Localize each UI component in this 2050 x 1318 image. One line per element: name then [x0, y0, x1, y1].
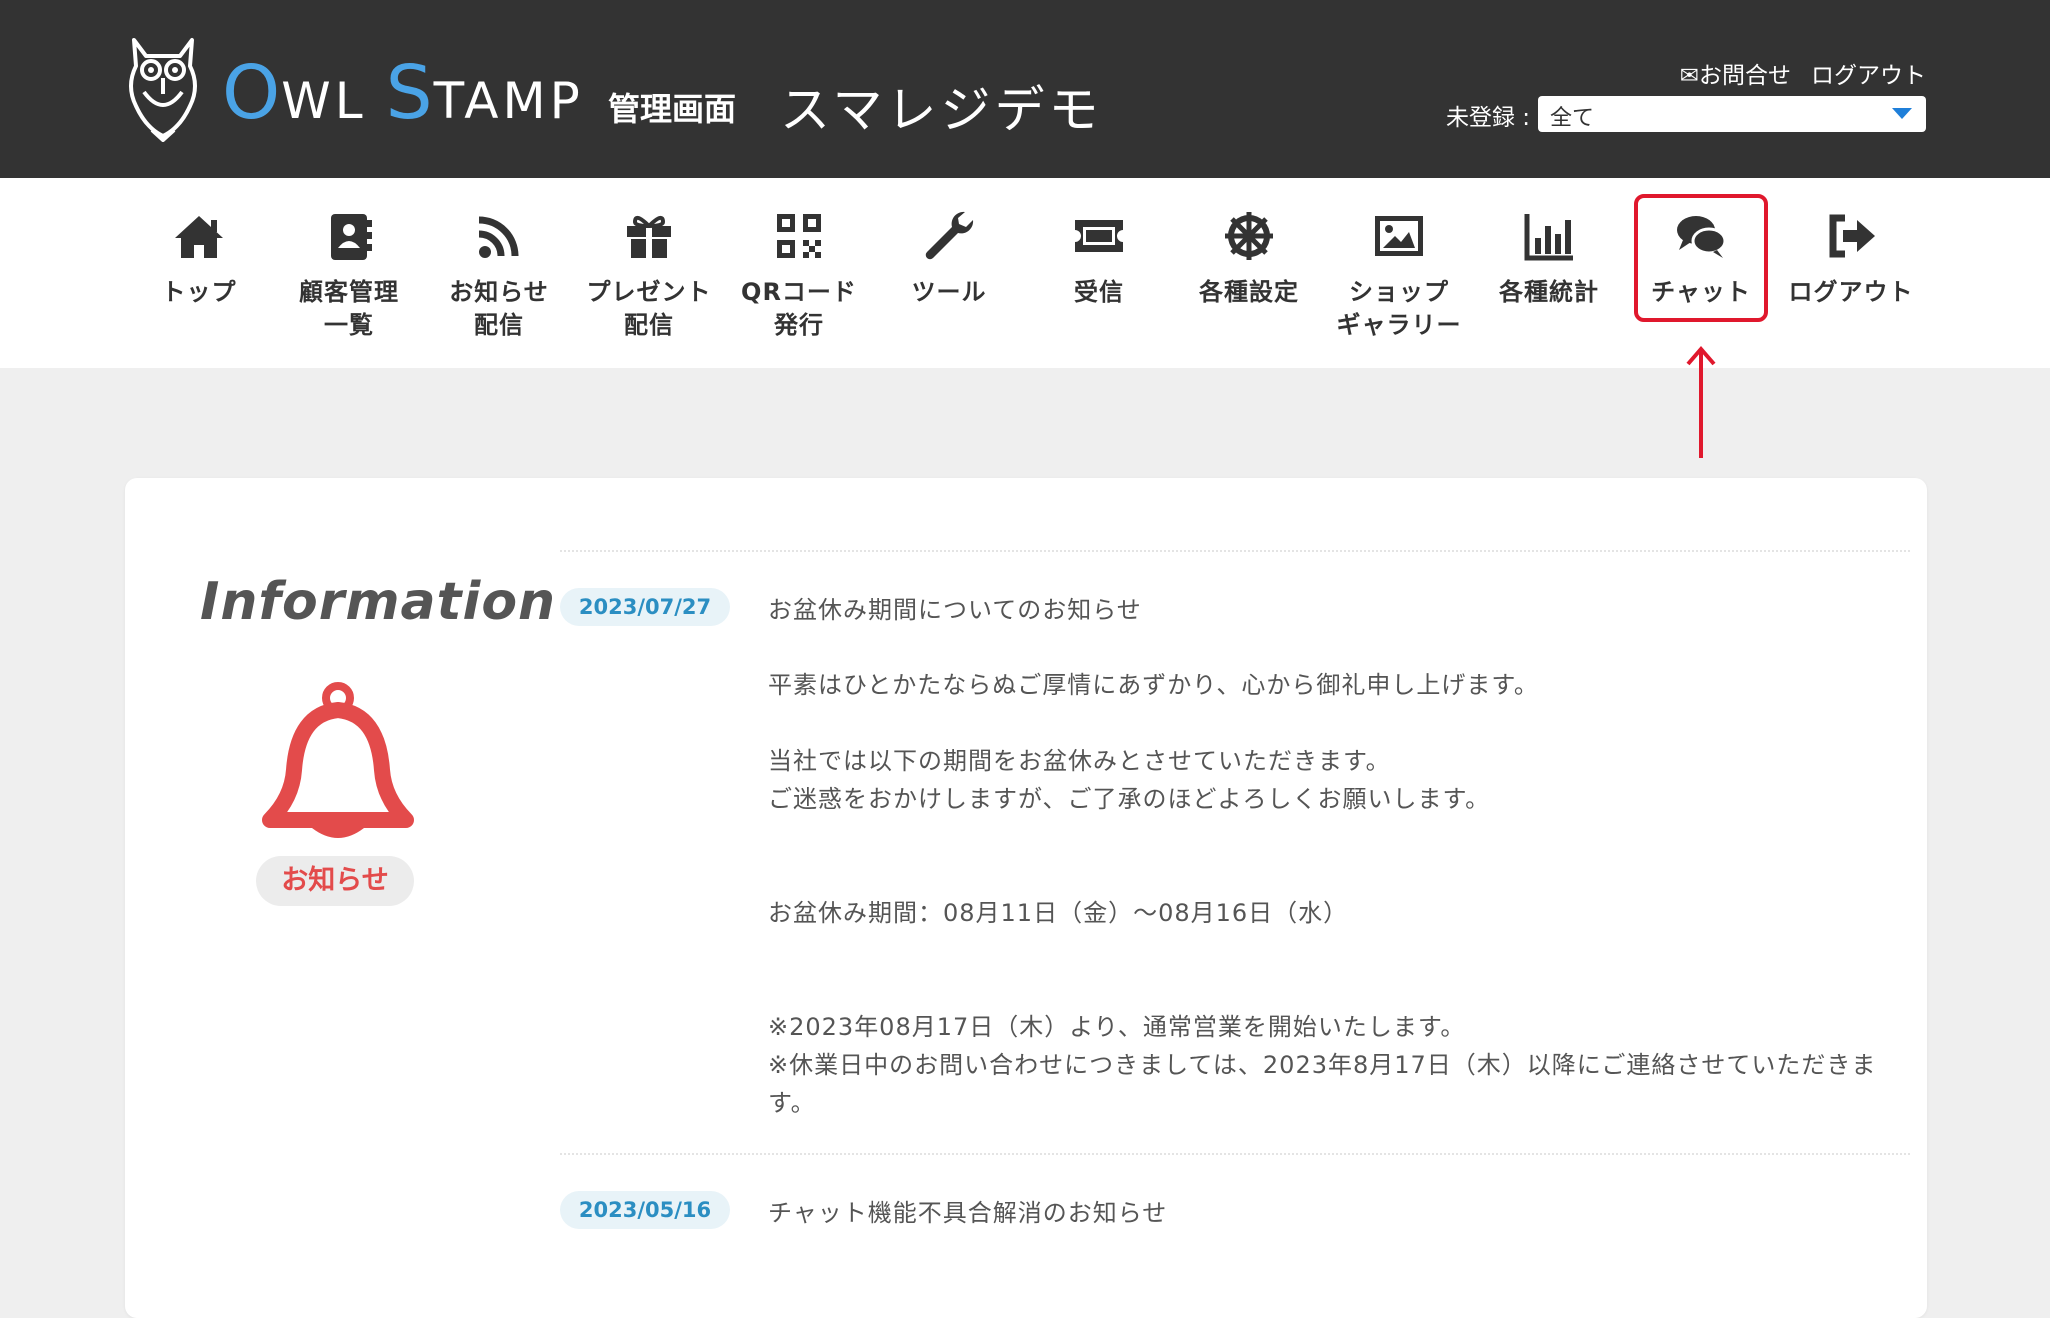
nav-item-customers[interactable]: 顧客管理 一覧: [274, 178, 424, 368]
nav-label: 各種統計: [1499, 278, 1599, 306]
bell-icon: [262, 682, 414, 838]
shop-name: スマレジデモ: [780, 81, 1103, 139]
nav-label: ツール: [911, 278, 987, 306]
contact-link[interactable]: ✉お問合せ: [1680, 56, 1791, 90]
address-book-icon: [331, 214, 372, 260]
header-bar: OWL STAMP 管理画面 スマレジデモ ✉お問合せ ログアウト 未登録 : …: [0, 0, 2050, 178]
nav-label: プレゼント 配信: [586, 278, 712, 339]
divider: [560, 550, 1910, 552]
gift-icon: [627, 215, 671, 258]
nav-label: ショップ ギャラリー: [1336, 278, 1462, 339]
arrow-up-icon: [1686, 345, 1716, 458]
news-body-line: [768, 970, 1888, 1008]
news-body-line: ご迷惑をおかけしますが、ご了承のほどよろしくお願いします。: [768, 785, 1491, 813]
nav-item-logout[interactable]: ログアウト: [1776, 178, 1926, 368]
nav-label: 受信: [1074, 278, 1124, 306]
news-title[interactable]: チャット機能不具合解消のお知らせ: [768, 1193, 1167, 1228]
chat-highlight-box: [1634, 194, 1768, 322]
news-body-line: [768, 818, 1888, 856]
unregistered-select-value: 全て: [1550, 106, 1595, 131]
news-body-line: ※2023年08月17日（木）より、通常営業を開始いたします。: [768, 1013, 1466, 1041]
news-body-line: お盆休み期間：08月11日（金）〜08月16日（水）: [768, 899, 1349, 927]
information-title: Information: [200, 572, 557, 632]
news-body-line: [768, 704, 1888, 742]
news-body-line: ※休業日中のお問い合わせにつきましては、2023年8月17日（木）以降にご連絡さ…: [768, 1051, 1877, 1079]
notice-badge: お知らせ: [256, 856, 414, 906]
chevron-down-icon: [1892, 108, 1912, 119]
image-icon: [1375, 216, 1423, 256]
wrench-icon: [925, 211, 974, 260]
news-body-line: す。: [768, 1089, 816, 1117]
news-body-line: 当社では以下の期間をお盆休みとさせていただきます。: [768, 747, 1391, 775]
nav-label: ログアウト: [1788, 278, 1914, 306]
nav-label: トップ: [161, 278, 237, 306]
nav-item-notice[interactable]: お知らせ 配信: [424, 178, 574, 368]
news-body: 平素はひとかたならぬご厚情にあずかり、心から御礼申し上げます。 当社では以下の期…: [768, 666, 1888, 1122]
nav-label: 顧客管理 一覧: [299, 278, 399, 339]
nav-label: お知らせ 配信: [449, 278, 549, 339]
sign-out-icon: [1829, 214, 1875, 258]
admin-label: 管理画面: [608, 90, 737, 128]
wheel-icon: [1225, 212, 1273, 260]
nav-item-tools[interactable]: ツール: [874, 178, 1024, 368]
qrcode-icon: [777, 214, 821, 258]
nav-item-top[interactable]: トップ: [124, 178, 274, 368]
divider: [560, 1153, 1910, 1155]
news-body-line: [768, 932, 1888, 970]
top-links: ✉お問合せ ログアウト: [1680, 56, 1926, 90]
nav-item-qrcode[interactable]: QRコード 発行: [724, 178, 874, 368]
nav-item-present[interactable]: プレゼント 配信: [574, 178, 724, 368]
logout-link[interactable]: ログアウト: [1811, 56, 1926, 90]
news-title[interactable]: お盆休み期間についてのお知らせ: [768, 590, 1142, 625]
unregistered-select[interactable]: 全て: [1538, 96, 1926, 132]
nav-item-stats[interactable]: 各種統計: [1474, 178, 1624, 368]
brand-wordmark: OWL STAMP: [222, 50, 584, 136]
nav-item-receive[interactable]: 受信: [1024, 178, 1174, 368]
nav-item-gallery[interactable]: ショップ ギャラリー: [1324, 178, 1474, 368]
news-date-badge: 2023/07/27: [560, 588, 730, 626]
nav-label: 各種設定: [1199, 278, 1299, 306]
news-body-line: [768, 856, 1888, 894]
owl-logo-icon: [129, 38, 197, 142]
news-body-line: 平素はひとかたならぬご厚情にあずかり、心から御礼申し上げます。: [768, 671, 1539, 699]
unregistered-label: 未登録 :: [1446, 105, 1531, 131]
rss-icon: [478, 216, 519, 258]
nav-item-settings[interactable]: 各種設定: [1174, 178, 1324, 368]
news-date-badge: 2023/05/16: [560, 1191, 730, 1229]
nav-label: QRコード 発行: [741, 278, 857, 339]
bar-chart-icon: [1524, 214, 1573, 261]
home-icon: [175, 216, 223, 258]
ticket-icon: [1075, 220, 1123, 252]
